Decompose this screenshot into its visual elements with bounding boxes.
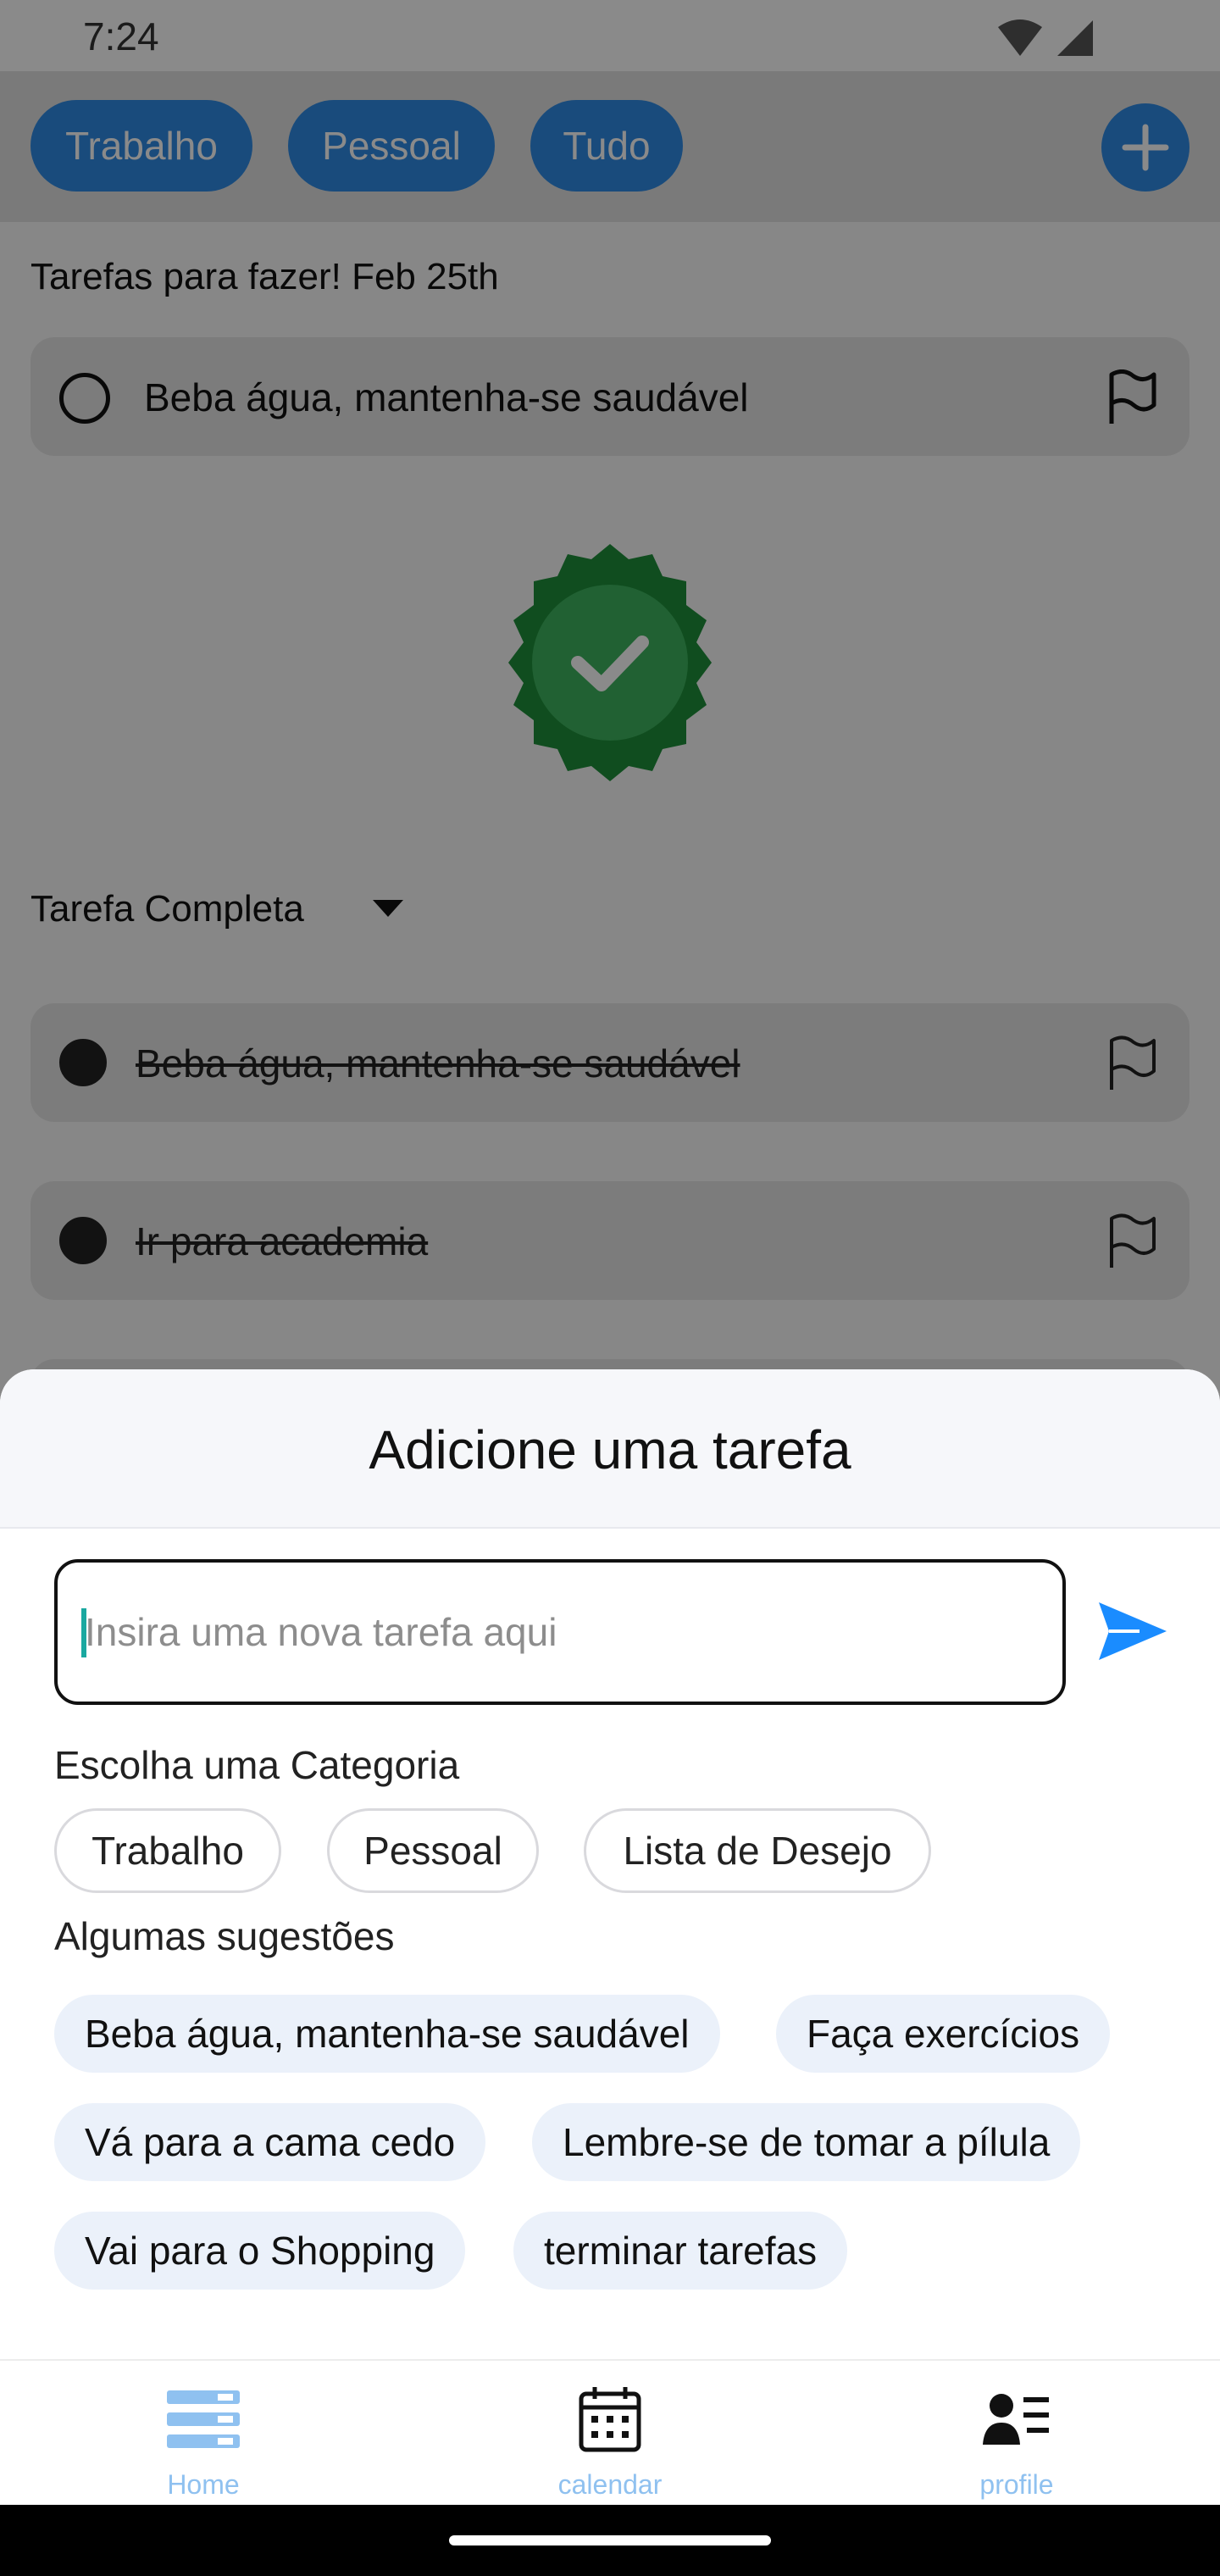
suggestions-label: Algumas sugestões: [54, 1914, 395, 1958]
category-chip-lista-de-desejo[interactable]: Lista de Desejo: [584, 1808, 931, 1893]
system-navigation-bar: [0, 2505, 1220, 2576]
nav-calendar[interactable]: calendar: [483, 2361, 737, 2507]
category-chip-pessoal[interactable]: Pessoal: [327, 1808, 539, 1893]
suggestion-chip[interactable]: Vai para o Shopping: [54, 2212, 466, 2290]
home-gesture-handle[interactable]: [449, 2535, 771, 2545]
category-chip-trabalho[interactable]: Trabalho: [54, 1808, 281, 1893]
send-button[interactable]: [1095, 1593, 1171, 1669]
text-cursor: [81, 1608, 86, 1657]
suggestion-chip[interactable]: Faça exercícios: [776, 1995, 1111, 2073]
send-icon: [1099, 1602, 1167, 1660]
profile-icon: [974, 2381, 1059, 2457]
bottom-navigation: Home calendar profile: [0, 2359, 1220, 2505]
suggestion-chip[interactable]: Beba água, mantenha-se saudável: [54, 1995, 720, 2073]
suggestion-chip[interactable]: Lembre-se de tomar a pílula: [532, 2103, 1081, 2181]
nav-calendar-label: calendar: [557, 2469, 663, 2500]
nav-home-label: Home: [167, 2469, 240, 2500]
nav-home[interactable]: Home: [76, 2361, 330, 2507]
calendar-icon: [568, 2381, 652, 2457]
sheet-header: Adicione uma tarefa: [0, 1369, 1220, 1529]
home-list-icon: [161, 2381, 246, 2457]
new-task-input[interactable]: [54, 1559, 1066, 1705]
nav-profile[interactable]: profile: [890, 2361, 1144, 2507]
nav-profile-label: profile: [979, 2469, 1054, 2500]
sheet-title: Adicione uma tarefa: [369, 1419, 851, 1480]
suggestion-chip[interactable]: Vá para a cama cedo: [54, 2103, 486, 2181]
suggestion-chip[interactable]: terminar tarefas: [513, 2212, 848, 2290]
category-label: Escolha uma Categoria: [54, 1743, 460, 1787]
